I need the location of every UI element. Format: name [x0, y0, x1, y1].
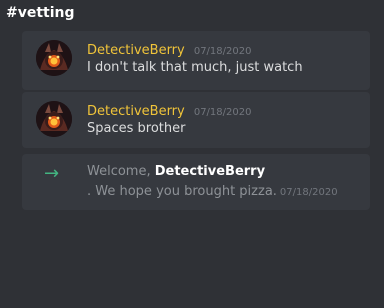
message-item: DetectiveBerry 07/18/2020 Spaces brother	[22, 92, 370, 148]
join-prefix: Welcome,	[87, 164, 155, 179]
join-suffix: . We hope you brought pizza.	[87, 184, 277, 199]
username[interactable]: DetectiveBerry	[87, 43, 185, 58]
timestamp: 07/18/2020	[279, 187, 338, 198]
avatar[interactable]	[36, 101, 72, 137]
message-content: Spaces brother	[87, 121, 186, 136]
join-username[interactable]: DetectiveBerry	[155, 164, 265, 179]
join-message: → Welcome, DetectiveBerry . We hope you …	[22, 154, 370, 210]
username[interactable]: DetectiveBerry	[87, 104, 185, 119]
join-tagline-line: . We hope you brought pizza. 07/18/2020	[87, 184, 338, 199]
fiery-character-avatar-icon	[36, 101, 72, 137]
arrow-right-icon: →	[44, 163, 60, 184]
message-content: I don't talk that much, just watch	[87, 60, 303, 75]
avatar[interactable]	[36, 40, 72, 76]
timestamp: 07/18/2020	[193, 46, 252, 57]
message-meta: DetectiveBerry 07/18/2020	[87, 100, 251, 119]
fiery-character-avatar-icon	[36, 40, 72, 76]
message-item: DetectiveBerry 07/18/2020 I don't talk t…	[22, 31, 370, 90]
channel-header: #vetting	[0, 0, 384, 30]
join-welcome-line: Welcome, DetectiveBerry	[87, 164, 265, 179]
channel-name[interactable]: #vetting	[6, 5, 75, 21]
message-meta: DetectiveBerry 07/18/2020	[87, 39, 251, 58]
timestamp: 07/18/2020	[193, 107, 252, 118]
